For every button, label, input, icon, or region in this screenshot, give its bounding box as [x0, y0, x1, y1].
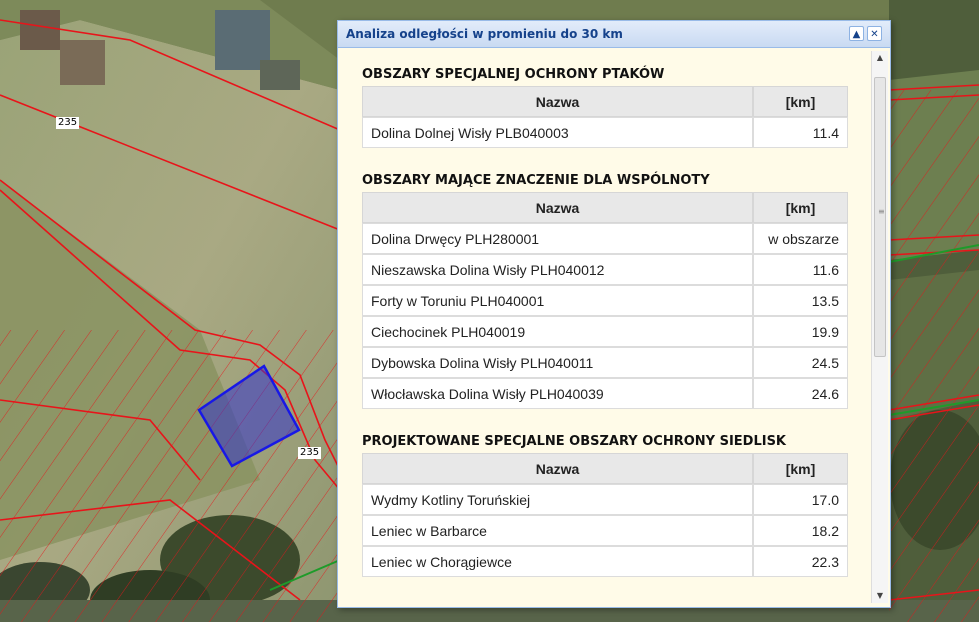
area-name: Dolina Drwęcy PLH280001	[362, 223, 753, 254]
area-distance: w obszarze	[753, 223, 848, 254]
areas-table: Nazwa [km] Dolina Drwęcy PLH280001 w obs…	[362, 192, 848, 409]
table-header-row: Nazwa [km]	[362, 192, 848, 223]
areas-table: Nazwa [km] Dolina Dolnej Wisły PLB040003…	[362, 86, 848, 148]
area-name: Włocławska Dolina Wisły PLH040039	[362, 378, 753, 409]
area-name: Leniec w Chorągiewce	[362, 546, 753, 577]
table-row: Dolina Drwęcy PLH280001 w obszarze	[362, 223, 848, 254]
table-row: Nieszawska Dolina Wisły PLH040012 11.6	[362, 254, 848, 285]
table-row: Leniec w Barbarce 18.2	[362, 515, 848, 546]
column-header-name: Nazwa	[362, 86, 753, 117]
table-row: Dolina Dolnej Wisły PLB040003 11.4	[362, 117, 848, 148]
area-distance: 24.5	[753, 347, 848, 378]
areas-table: Nazwa [km] Wydmy Kotliny Toruńskiej 17.0…	[362, 453, 848, 577]
area-distance: 19.9	[753, 316, 848, 347]
section-title: OBSZARY SPECJALNEJ OCHRONY PTAKÓW	[362, 67, 665, 82]
close-icon[interactable]: ✕	[867, 26, 882, 41]
table-row: Dybowska Dolina Wisły PLH040011 24.5	[362, 347, 848, 378]
table-row: Wydmy Kotliny Toruńskiej 17.0	[362, 484, 848, 515]
window-header[interactable]: Analiza odległości w promieniu do 30 km …	[338, 21, 890, 48]
window-body: OBSZARY SPECJALNEJ OCHRONY PTAKÓW Nazwa …	[338, 48, 870, 607]
section-bird-protection: OBSZARY SPECJALNEJ OCHRONY PTAKÓW Nazwa …	[362, 64, 870, 148]
area-distance: 17.0	[753, 484, 848, 515]
window-title: Analiza odległości w promieniu do 30 km	[346, 27, 623, 41]
area-name: Forty w Toruniu PLH040001	[362, 285, 753, 316]
area-distance: 11.4	[753, 117, 848, 148]
distance-analysis-window: Analiza odległości w promieniu do 30 km …	[337, 20, 891, 608]
table-row: Forty w Toruniu PLH040001 13.5	[362, 285, 848, 316]
table-header-row: Nazwa [km]	[362, 453, 848, 484]
area-distance: 22.3	[753, 546, 848, 577]
section-community-importance: OBSZARY MAJĄCE ZNACZENIE DLA WSPÓLNOTY N…	[362, 170, 870, 409]
table-row: Leniec w Chorągiewce 22.3	[362, 546, 848, 577]
grip-icon: ≡	[878, 207, 885, 216]
table-row: Ciechocinek PLH040019 19.9	[362, 316, 848, 347]
area-distance: 24.6	[753, 378, 848, 409]
collapse-icon[interactable]: ▲	[849, 26, 864, 41]
section-proposed-habitat-areas: PROJEKTOWANE SPECJALNE OBSZARY OCHRONY S…	[362, 431, 870, 577]
area-name: Leniec w Barbarce	[362, 515, 753, 546]
column-header-km: [km]	[753, 453, 848, 484]
column-header-km: [km]	[753, 192, 848, 223]
column-header-km: [km]	[753, 86, 848, 117]
scroll-down-arrow-icon[interactable]: ▼	[872, 589, 888, 603]
area-name: Dybowska Dolina Wisły PLH040011	[362, 347, 753, 378]
table-header-row: Nazwa [km]	[362, 86, 848, 117]
area-name: Wydmy Kotliny Toruńskiej	[362, 484, 753, 515]
parcel-number-label: 235	[298, 447, 322, 459]
column-header-name: Nazwa	[362, 192, 753, 223]
area-distance: 13.5	[753, 285, 848, 316]
vertical-scrollbar[interactable]: ▲ ≡ ▼	[871, 51, 888, 603]
column-header-name: Nazwa	[362, 453, 753, 484]
section-title: PROJEKTOWANE SPECJALNE OBSZARY OCHRONY S…	[362, 434, 787, 449]
table-row: Włocławska Dolina Wisły PLH040039 24.6	[362, 378, 848, 409]
scrollbar-thumb[interactable]: ≡	[874, 77, 886, 357]
scroll-up-arrow-icon[interactable]: ▲	[872, 51, 888, 65]
area-distance: 11.6	[753, 254, 848, 285]
section-title: OBSZARY MAJĄCE ZNACZENIE DLA WSPÓLNOTY	[362, 173, 710, 188]
area-name: Nieszawska Dolina Wisły PLH040012	[362, 254, 753, 285]
area-name: Ciechocinek PLH040019	[362, 316, 753, 347]
parcel-number-label: 235	[56, 117, 80, 129]
area-distance: 18.2	[753, 515, 848, 546]
area-name: Dolina Dolnej Wisły PLB040003	[362, 117, 753, 148]
